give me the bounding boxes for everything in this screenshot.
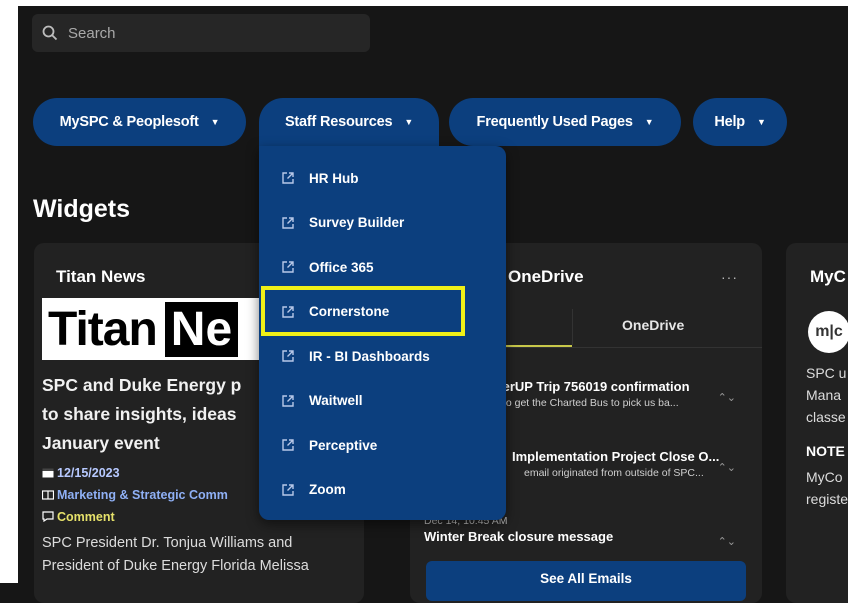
logo-text-left: Titan — [48, 302, 158, 356]
dropdown-item-ir-bi-dashboards[interactable]: IR - BI Dashboards — [259, 334, 506, 378]
mycourses-widget: MyC m|c SPC u Mana classe NOTE MyCo regi… — [786, 243, 848, 603]
external-link-icon — [282, 350, 294, 362]
widget-text-line: SPC u — [806, 365, 847, 381]
tab-divider — [572, 309, 573, 345]
dropdown-item-hr-hub[interactable]: HR Hub — [259, 156, 506, 200]
chevron-down-icon: ▼ — [756, 117, 766, 127]
expand-icon[interactable]: ⌃⌄ — [718, 391, 736, 404]
external-link-icon — [282, 394, 294, 407]
external-link-icon — [282, 483, 294, 496]
tab-onedrive[interactable]: OneDrive — [622, 317, 684, 333]
dropdown-item-office-365[interactable]: Office 365 — [259, 245, 506, 289]
nav-label: Staff Resources — [284, 114, 393, 130]
chevron-down-icon: ▼ — [210, 117, 220, 127]
dropdown-item-label: IR - BI Dashboards — [309, 348, 430, 364]
dropdown-item-label: Perceptive — [309, 437, 378, 453]
window-frame-top — [0, 0, 848, 6]
news-date: 12/15/2023 — [42, 466, 120, 480]
expand-icon[interactable]: ⌃⌄ — [718, 535, 736, 548]
nav-myspc-peoplesoft[interactable]: MySPC & Peoplesoft ▼ — [33, 98, 246, 146]
folder-icon — [42, 490, 54, 500]
external-link-icon — [282, 216, 294, 229]
expand-icon[interactable]: ⌃⌄ — [718, 461, 736, 474]
date-text: 12/15/2023 — [57, 466, 120, 480]
widget-title: Titan News — [56, 267, 146, 286]
body-line: SPC President Dr. Tonjua Williams and — [42, 535, 293, 551]
search-icon — [42, 25, 58, 41]
dropdown-item-waitwell[interactable]: Waitwell — [259, 379, 506, 423]
widget-note-label: NOTE — [806, 443, 845, 459]
mc-logo: m|c — [808, 311, 848, 353]
dropdown-item-label: Waitwell — [309, 393, 363, 408]
external-link-icon — [282, 172, 294, 184]
search-box[interactable] — [32, 14, 370, 52]
widget-text-line: MyCo — [806, 469, 843, 485]
dropdown-item-zoom[interactable]: Zoom — [259, 468, 506, 512]
widget-text-line: registe — [806, 491, 848, 507]
nav-label: Frequently Used Pages — [476, 114, 633, 130]
news-comment-link[interactable]: Comment — [42, 510, 115, 524]
email-subject: Winter Break closure message — [424, 529, 614, 544]
category-text: Marketing & Strategic Comm — [57, 488, 228, 502]
calendar-icon — [42, 468, 54, 478]
news-body: SPC President Dr. Tonjua Williams and Pr… — [42, 532, 362, 578]
dropdown-item-survey-builder[interactable]: Survey Builder — [259, 201, 506, 245]
external-link-icon — [282, 439, 294, 451]
nav-label: MySPC & Peoplesoft — [59, 114, 199, 130]
dropdown-item-perceptive[interactable]: Perceptive — [259, 423, 506, 467]
comment-text: Comment — [57, 510, 115, 524]
dropdown-item-label: HR Hub — [309, 170, 359, 186]
window-frame-left — [0, 0, 18, 583]
more-options-icon[interactable]: ··· — [721, 269, 738, 285]
cornerstone-highlight-box — [261, 286, 465, 336]
widget-title: MyC — [810, 267, 846, 286]
widgets-heading: Widgets — [33, 195, 130, 223]
dropdown-item-label: Zoom — [309, 482, 346, 497]
external-link-icon — [282, 261, 294, 273]
dropdown-item-label: Office 365 — [309, 259, 374, 275]
search-input[interactable] — [66, 23, 360, 43]
chevron-down-icon: ▼ — [644, 117, 654, 127]
widget-text-line: classe — [806, 409, 846, 425]
widget-text-line: Mana — [806, 387, 842, 403]
logo-text-right: Ne — [164, 301, 239, 357]
comment-icon — [42, 511, 54, 522]
widget-title: OneDrive — [508, 267, 584, 286]
see-all-emails-button[interactable]: See All Emails — [426, 561, 746, 601]
nav-help[interactable]: Help ▼ — [693, 98, 787, 146]
nav-label: Help — [714, 114, 745, 130]
news-category[interactable]: Marketing & Strategic Comm — [42, 488, 228, 502]
body-line: President of Duke Energy Florida Melissa — [42, 558, 309, 574]
chevron-down-icon: ▼ — [404, 117, 414, 127]
nav-frequently-used-pages[interactable]: Frequently Used Pages ▼ — [449, 98, 681, 146]
dropdown-item-label: Survey Builder — [309, 215, 405, 230]
